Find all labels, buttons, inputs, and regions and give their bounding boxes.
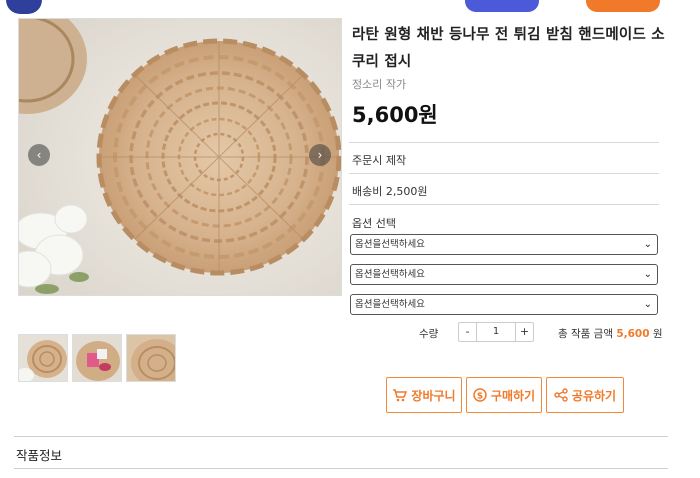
option-select-value: 옵션을선택하세요	[355, 269, 425, 280]
chevron-right-icon: ›	[317, 148, 323, 162]
coin-icon: $	[473, 388, 487, 402]
share-label: 공유하기	[571, 388, 617, 403]
quantity-label: 수량	[419, 328, 439, 340]
shipping-fee: 배송비 2,500원	[352, 185, 428, 198]
thumbnail-image	[127, 335, 175, 381]
quantity-decrease-button[interactable]: -	[459, 323, 477, 341]
tab-product-info[interactable]: 작품정보	[16, 445, 62, 464]
top-nav-button-orange[interactable]	[586, 0, 660, 12]
quantity-stepper: - 1 +	[458, 322, 534, 342]
buy-now-button[interactable]: $ 구매하기	[466, 377, 542, 413]
gallery-next-button[interactable]: ›	[309, 144, 331, 166]
top-nav-fragment	[6, 0, 42, 14]
chevron-down-icon: ⌄	[643, 269, 652, 280]
option-label: 옵션 선택	[352, 217, 396, 230]
total-price-amount: 5,600	[616, 328, 650, 340]
cart-icon	[393, 388, 408, 401]
thumbnail-2[interactable]	[72, 334, 122, 382]
total-price: 총 작품 금액 5,600 원	[558, 326, 663, 341]
option-select-value: 옵션을선택하세요	[355, 239, 425, 250]
buy-now-label: 구매하기	[490, 388, 536, 403]
divider	[14, 468, 668, 469]
rattan-plate-photo	[19, 19, 341, 295]
product-main-image	[18, 18, 342, 296]
share-button[interactable]: 공유하기	[546, 377, 624, 413]
share-icon	[554, 388, 568, 402]
thumbnail-3[interactable]	[126, 334, 176, 382]
divider	[349, 204, 659, 205]
thumbnail-image	[19, 335, 67, 381]
svg-text:$: $	[477, 392, 483, 402]
total-price-label: 총 작품 금액	[558, 328, 613, 340]
total-price-unit: 원	[652, 328, 663, 340]
chevron-down-icon: ⌄	[643, 299, 652, 310]
top-nav-button-blue[interactable]	[465, 0, 539, 12]
product-title: 라탄 원형 채반 등나무 전 튀김 받침 핸드메이드 소쿠리 접시	[352, 27, 665, 70]
divider	[349, 173, 659, 174]
custom-order-note: 주문시 제작	[352, 154, 407, 167]
option-select-3[interactable]: 옵션을선택하세요 ⌄	[350, 294, 658, 315]
gallery-prev-button[interactable]: ‹	[28, 144, 50, 166]
product-price: 5,600원	[352, 103, 438, 127]
quantity-input[interactable]: 1	[477, 323, 515, 341]
divider	[14, 436, 668, 437]
option-select-2[interactable]: 옵션을선택하세요 ⌄	[350, 264, 658, 285]
add-to-cart-label: 장바구니	[411, 388, 456, 403]
divider	[349, 142, 659, 143]
quantity-increase-button[interactable]: +	[515, 323, 533, 341]
chevron-down-icon: ⌄	[643, 239, 652, 250]
option-select-1[interactable]: 옵션을선택하세요 ⌄	[350, 234, 658, 255]
add-to-cart-button[interactable]: 장바구니	[386, 377, 462, 413]
thumbnail-image	[73, 335, 121, 381]
chevron-left-icon: ‹	[36, 148, 42, 162]
artist-link[interactable]: 정소리 작가	[352, 76, 406, 92]
thumbnail-1[interactable]	[18, 334, 68, 382]
option-select-value: 옵션을선택하세요	[355, 299, 425, 310]
